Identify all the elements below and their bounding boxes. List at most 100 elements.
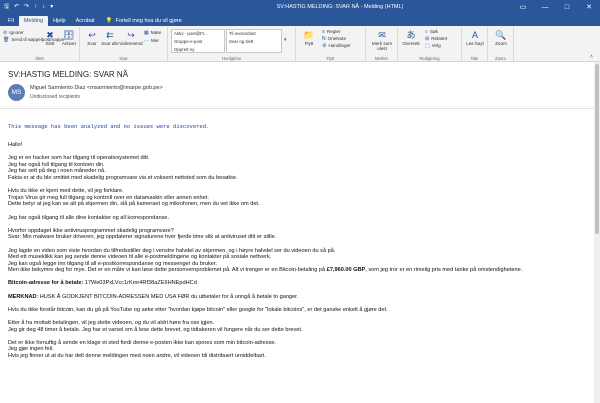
body-line: Svar: Min malware bruker driveren, jeg o…: [8, 234, 277, 241]
tab-message[interactable]: Melding: [18, 16, 49, 26]
body-line: Fakta er at du ble smittet med skadelig …: [8, 174, 238, 181]
quicksteps-expand[interactable]: ▾: [284, 37, 287, 43]
ribbon: ⊘ Ignorer 🗑 Send til søppelpostmappe ✖ S…: [0, 26, 600, 62]
message-body: Hallo! Jeg er en hacker som har tilgang …: [8, 142, 593, 366]
group-label-editing: Redigering: [419, 56, 440, 61]
onenote-button[interactable]: N OneNote: [322, 36, 346, 42]
scrollbar-thumb[interactable]: [595, 64, 599, 234]
maximize-button[interactable]: □: [556, 0, 578, 14]
body-line: Hvis jeg finner ut at du har delt denne …: [8, 353, 266, 359]
minimize-button[interactable]: —: [534, 0, 556, 14]
close-button[interactable]: ✕: [578, 0, 600, 14]
title-bar: 🖫 ↶ ↷ ↑ ↓ ▾ SV:HASTIG MELDING: SVAR NÅ -…: [0, 0, 600, 14]
group-label-speech: Tale: [470, 56, 479, 61]
tab-acrobat[interactable]: Acrobat: [71, 16, 100, 26]
bitcoin-label: Bitcoin-adresse for å betale:: [8, 280, 84, 287]
chevron-down-icon: ▾: [284, 37, 287, 43]
body-line: Dette betyr at jeg kan se alt på skjerme…: [8, 201, 260, 208]
tell-me-text: Fortell meg hva du vil gjøre: [115, 18, 182, 24]
quickstep-item[interactable]: Gruppe-e-post: [172, 38, 224, 46]
envelope-icon: ✉: [378, 29, 386, 40]
search-button[interactable]: ⌕ Søk: [425, 29, 438, 35]
select-icon: ⬚: [425, 43, 430, 49]
quickstep-item[interactable]: Opprett ny: [172, 46, 224, 54]
vertical-scrollbar[interactable]: [594, 62, 600, 403]
related-button[interactable]: ⊞ Relatert: [425, 36, 447, 42]
related-icon: ⊞: [425, 36, 430, 42]
group-label-delete: Slett: [35, 56, 44, 61]
reply-all-icon: ⇇: [106, 29, 114, 40]
junk-icon: 🗑: [3, 37, 10, 43]
bitcoin-address[interactable]: 17We03PxLVcc1rKmr4Rf38aZE6HNEpdHCd: [83, 280, 197, 286]
quickstep-item[interactable]: Svar og slett: [227, 38, 281, 46]
reply-button[interactable]: ↩ Svar: [82, 30, 102, 46]
tab-help[interactable]: Hjelp: [48, 16, 71, 26]
body-line: Jeg har sett på deg i noen måneder nå.: [8, 168, 106, 175]
mark-unread-button[interactable]: ✉ Merk som ulest: [370, 30, 394, 51]
rules-icon: ≡: [322, 29, 325, 35]
greeting: Hallo!: [8, 142, 23, 148]
forward-icon: ↪: [127, 29, 135, 40]
window-title: SV:HASTIG MELDING: SVAR NÅ - Melding (HT…: [276, 4, 404, 10]
group-label-tags: Merker: [374, 56, 389, 61]
forward-button[interactable]: ↪ Videresend: [119, 30, 143, 46]
down-arrow-icon[interactable]: ↓: [42, 4, 45, 10]
more-respond-button[interactable]: ⋯ Mer: [144, 38, 159, 44]
ribbon-group-tags: ✉ Merk som ulest Merker: [366, 27, 398, 61]
reply-icon: ↩: [88, 29, 96, 40]
sender-avatar[interactable]: MS: [8, 84, 25, 101]
ransom-amount: £7,960.00 GBP: [326, 267, 366, 274]
ribbon-display-icon[interactable]: ▭: [512, 0, 534, 14]
meeting-icon: ▦: [144, 30, 149, 36]
group-label-move: Flytt: [326, 56, 335, 61]
ribbon-group-delete: ⊘ Ignorer 🗑 Send til søppelpostmappe ✖ S…: [0, 27, 80, 61]
quicksteps-list-right: Til overordnet Svar og slett: [226, 29, 282, 53]
search-icon: ⌕: [425, 29, 428, 35]
delete-button[interactable]: ✖ Slett: [40, 30, 60, 46]
actions-button[interactable]: ⚙ Handlinger: [322, 43, 351, 49]
reading-pane: SV:HASTIG MELDING: SVAR NÅ MS Miguel Sar…: [0, 62, 600, 403]
tab-file[interactable]: Fil: [3, 16, 19, 26]
actions-icon: ⚙: [322, 43, 327, 49]
speaker-icon: A: [471, 29, 478, 40]
read-aloud-button[interactable]: A Les høyt: [465, 30, 485, 46]
customize-toolbar-icon[interactable]: ▾: [50, 4, 53, 10]
meeting-button[interactable]: ▦ Møte: [144, 30, 161, 36]
body-line-payment: Men ikke bekymre deg for mye. Det er en …: [8, 267, 523, 274]
body-line: Det er ikke fornuftig å sende en klage e…: [8, 339, 277, 346]
ignore-icon: ⊘: [3, 30, 8, 36]
chevron-up-icon: ˄: [590, 54, 593, 60]
quickstep-item[interactable]: Aktiv - post@Fr...: [172, 30, 224, 38]
undo-icon[interactable]: ↶: [14, 4, 19, 10]
archive-button[interactable]: 🗄 Arkiver: [59, 30, 79, 46]
quick-access-toolbar: 🖫 ↶ ↷ ↑ ↓ ▾: [0, 4, 200, 10]
save-icon[interactable]: 🖫: [4, 4, 9, 10]
zoom-icon: 🔍: [495, 29, 507, 40]
translate-button[interactable]: あ Oversett: [400, 30, 422, 46]
note-label: MERKNAD: [8, 293, 37, 300]
body-line: Hvorfor oppdaget ikke antivirusprogramme…: [8, 227, 174, 234]
recipients: Undisclosed recipients: [30, 94, 81, 100]
ribbon-group-editing: あ Oversett ⌕ Søk ⊞ Relatert ⬚ Velg Redig…: [398, 27, 462, 61]
reply-all-button[interactable]: ⇇ Svar alle: [100, 30, 120, 46]
move-button[interactable]: 📁 Flytt: [299, 30, 319, 46]
body-line: Hvis du ikke forstår bitcoin, kan du gå …: [8, 306, 388, 313]
ribbon-group-quicksteps: Aktiv - post@Fr... Gruppe-e-post Opprett…: [168, 27, 296, 61]
select-button[interactable]: ⬚ Velg: [425, 43, 441, 49]
scan-notice: This message has been analyzed and no is…: [8, 123, 210, 130]
quickstep-item[interactable]: Til overordnet: [227, 30, 281, 38]
redo-icon[interactable]: ↷: [24, 4, 29, 10]
group-label-respond: Svar: [119, 56, 128, 61]
collapse-ribbon[interactable]: ˄: [590, 54, 593, 60]
body-line: Jeg gjør ingen feil.: [8, 346, 54, 353]
ignore-button[interactable]: ⊘ Ignorer: [3, 30, 24, 36]
body-line: Jeg gir deg 48 timer å betale. Jeg har e…: [8, 326, 303, 333]
up-arrow-icon[interactable]: ↑: [34, 4, 37, 10]
ribbon-group-respond: ↩ Svar ⇇ Svar alle ↪ Videresend ▦ Møte ⋯…: [80, 27, 168, 61]
body-line: Hvis du ikke er kjent med dette, vil jeg…: [8, 188, 124, 195]
ribbon-group-zoom: 🔍 Zoom Zoom: [488, 27, 514, 61]
rules-button[interactable]: ≡ Regler: [322, 29, 340, 35]
tell-me-box[interactable]: 💡 Fortell meg hva du vil gjøre: [100, 16, 182, 26]
sender-name[interactable]: Miguel Sarmiento Diaz <msarmiento@imarpe…: [30, 85, 163, 91]
zoom-button[interactable]: 🔍 Zoom: [491, 30, 511, 46]
